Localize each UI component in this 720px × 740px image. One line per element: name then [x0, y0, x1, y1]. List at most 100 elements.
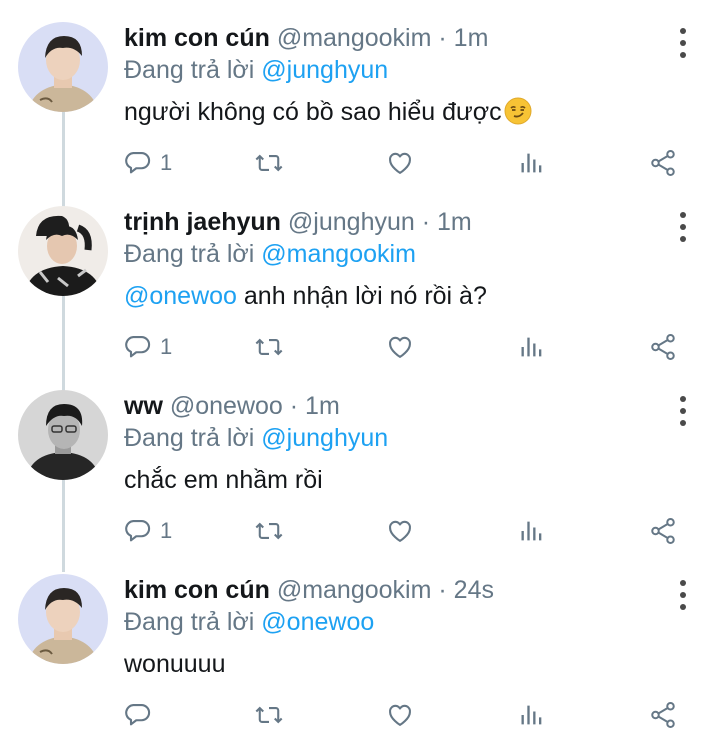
separator-dot: · [438, 576, 447, 604]
like-button[interactable] [386, 146, 414, 180]
retweet-button[interactable] [254, 146, 284, 180]
tweet-text: wonuuuu [124, 646, 225, 682]
tweet[interactable]: ww @onewoo · 1m Đang trả lời @junghyun c… [0, 368, 720, 552]
replying-to-mention[interactable]: @junghyun [261, 56, 388, 84]
replying-to-line: Đang trả lời @onewoo [124, 606, 374, 638]
tweet-actions: 1 [124, 330, 684, 364]
like-button[interactable] [386, 330, 414, 364]
tweet-header: ww @onewoo · 1m [124, 390, 340, 422]
replying-to-line: Đang trả lời @mangookim [124, 238, 416, 270]
tweet-body-text: người không có bồ sao hiểu được [124, 98, 502, 126]
avatar[interactable] [18, 22, 108, 112]
tweet-actions [124, 698, 684, 732]
replying-to-line: Đang trả lời @junghyun [124, 54, 388, 86]
like-icon [389, 520, 411, 542]
retweet-button[interactable] [254, 514, 284, 548]
smirking-face-emoji-icon [504, 97, 532, 135]
display-name[interactable]: ww [124, 392, 163, 420]
tweet-body-text: chắc em nhầm rồi [124, 466, 323, 494]
share-button[interactable] [648, 330, 678, 364]
body-mention-link[interactable]: @onewoo [124, 282, 237, 310]
separator-dot: · [421, 208, 431, 236]
reply-count: 1 [160, 150, 173, 175]
like-icon [389, 336, 411, 358]
user-handle[interactable]: @mangookim [277, 24, 432, 52]
share-button[interactable] [648, 514, 678, 548]
reply-icon [125, 520, 151, 542]
analytics-icon [521, 153, 542, 173]
tweet-text: người không có bồ sao hiểu được [124, 94, 532, 135]
reply-icon [125, 704, 151, 726]
replying-to-label: Đang trả lời [124, 608, 255, 636]
share-icon [651, 150, 675, 176]
separator-dot: · [438, 24, 447, 52]
tweet-body-text: anh nhận lời nó rồi à? [236, 282, 487, 310]
reply-count: 1 [160, 518, 173, 543]
share-icon [651, 334, 675, 360]
analytics-button[interactable] [518, 146, 546, 180]
replying-to-label: Đang trả lời [124, 56, 255, 84]
retweet-icon [255, 154, 283, 172]
analytics-icon [521, 337, 542, 357]
timestamp[interactable]: 1m [454, 24, 489, 52]
timestamp[interactable]: 24s [454, 576, 494, 604]
reply-count: 1 [160, 334, 173, 359]
user-handle[interactable]: @junghyun [288, 208, 415, 236]
share-button[interactable] [648, 698, 678, 732]
analytics-icon [521, 521, 542, 541]
user-handle[interactable]: @mangookim [277, 576, 432, 604]
tweet[interactable]: trịnh jaehyun @junghyun · 1m Đang trả lờ… [0, 184, 720, 368]
timestamp[interactable]: 1m [437, 208, 472, 236]
reply-icon [125, 336, 151, 358]
tweet[interactable]: kim con cún @mangookim · 1m Đang trả lời… [0, 0, 720, 184]
retweet-icon [255, 522, 283, 540]
avatar[interactable] [18, 206, 108, 296]
tweet-text: @onewoo anh nhận lời nó rồi à? [124, 278, 487, 314]
share-button[interactable] [648, 146, 678, 180]
reply-button[interactable]: 1 [124, 514, 172, 548]
replying-to-line: Đang trả lời @junghyun [124, 422, 388, 454]
display-name[interactable]: trịnh jaehyun [124, 208, 281, 236]
more-options-icon[interactable] [672, 210, 694, 244]
display-name[interactable]: kim con cún [124, 24, 270, 52]
avatar[interactable] [18, 390, 108, 480]
tweet-header: trịnh jaehyun @junghyun · 1m [124, 206, 472, 238]
replying-to-mention[interactable]: @mangookim [261, 240, 416, 268]
reply-button[interactable]: 1 [124, 146, 172, 180]
tweet-text: chắc em nhầm rồi [124, 462, 323, 498]
tweet-header: kim con cún @mangookim · 1m [124, 22, 488, 54]
analytics-icon [521, 705, 542, 725]
like-icon [389, 152, 411, 174]
like-button[interactable] [386, 514, 414, 548]
retweet-icon [255, 338, 283, 356]
more-options-icon[interactable] [672, 394, 694, 428]
retweet-icon [255, 706, 283, 724]
timestamp[interactable]: 1m [305, 392, 340, 420]
more-options-icon[interactable] [672, 26, 694, 60]
analytics-button[interactable] [518, 514, 546, 548]
analytics-button[interactable] [518, 330, 546, 364]
tweet-actions: 1 [124, 146, 684, 180]
tweet-header: kim con cún @mangookim · 24s [124, 574, 494, 606]
share-icon [651, 702, 675, 728]
reply-icon [125, 152, 151, 174]
more-options-icon[interactable] [672, 578, 694, 612]
tweet-body-text: wonuuuu [124, 650, 226, 678]
avatar[interactable] [18, 574, 108, 664]
display-name[interactable]: kim con cún [124, 576, 270, 604]
user-handle[interactable]: @onewoo [170, 392, 283, 420]
replying-to-mention[interactable]: @junghyun [261, 424, 388, 452]
replying-to-mention[interactable]: @onewoo [261, 608, 374, 636]
analytics-button[interactable] [518, 698, 546, 732]
replying-to-label: Đang trả lời [124, 424, 255, 452]
tweet-actions: 1 [124, 514, 684, 548]
like-button[interactable] [386, 698, 414, 732]
tweet[interactable]: kim con cún @mangookim · 24s Đang trả lờ… [0, 552, 720, 736]
retweet-button[interactable] [254, 330, 284, 364]
like-icon [389, 704, 411, 726]
reply-button[interactable]: 1 [124, 330, 172, 364]
retweet-button[interactable] [254, 698, 284, 732]
separator-dot: · [289, 392, 299, 420]
share-icon [651, 518, 675, 544]
reply-button[interactable] [124, 698, 160, 732]
